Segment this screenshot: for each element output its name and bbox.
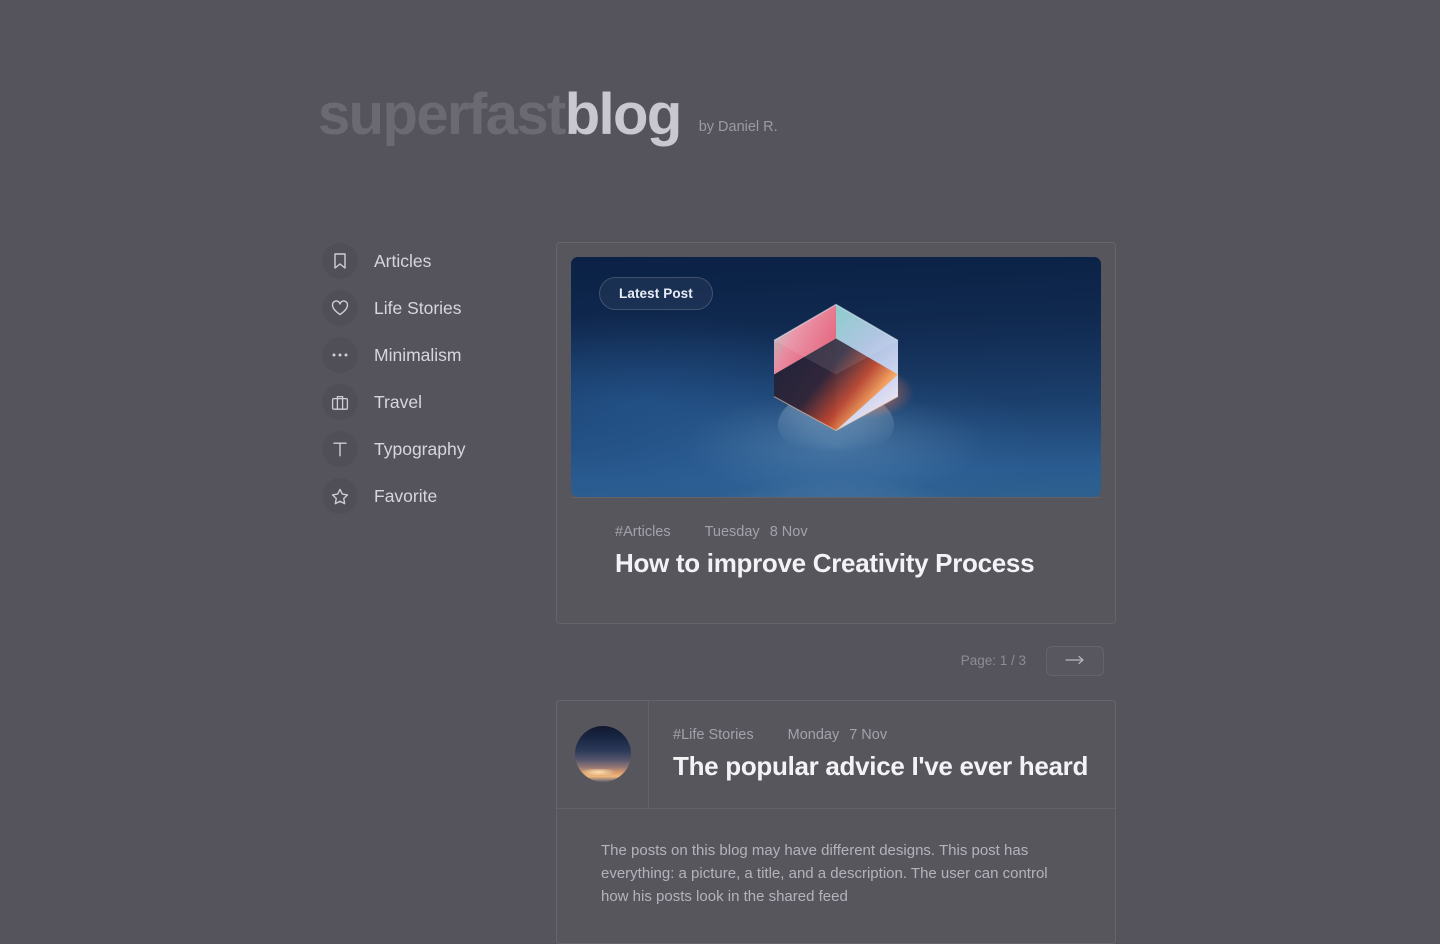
sidebar-item-label: Travel	[374, 391, 422, 412]
second-post-text: #Life Stories Monday 7 Nov The popular a…	[649, 701, 1115, 808]
pagination: Page: 1 / 3	[556, 645, 1116, 676]
second-post-thumbnail	[574, 726, 631, 783]
sidebar-item-label: Typography	[374, 438, 466, 459]
sidebar-item-minimalism[interactable]: Minimalism	[322, 337, 465, 373]
ellipsis-icon	[322, 337, 358, 373]
post-weekday: Monday	[787, 726, 840, 743]
sidebar-item-articles[interactable]: Articles	[322, 243, 465, 279]
bookmark-icon	[322, 243, 358, 279]
post-tag[interactable]: #Life Stories	[673, 727, 754, 743]
sidebar-item-travel[interactable]: Travel	[322, 384, 465, 420]
second-post-description: The posts on this blog may have differen…	[557, 807, 1115, 943]
glass-cube-icon	[736, 275, 936, 480]
logo-text-superfast: superfast	[318, 82, 566, 147]
second-post-head: #Life Stories Monday 7 Nov The popular a…	[557, 700, 1115, 808]
logo-text-blog: blog	[564, 82, 683, 147]
second-post-thumb-cell	[557, 700, 649, 808]
sidebar-nav: Articles Life Stories Minimalism Travel	[322, 243, 465, 525]
second-post-title[interactable]: The popular advice I've ever heard	[673, 751, 1115, 782]
sidebar-item-label: Articles	[374, 250, 432, 271]
featured-post-meta: #Articles Tuesday 8 Nov	[615, 524, 1057, 540]
featured-post-card[interactable]: Latest Post #Articles Tuesday 8 Nov How …	[556, 242, 1116, 624]
post-tag[interactable]: #Articles	[615, 524, 671, 540]
second-post-card[interactable]: #Life Stories Monday 7 Nov The popular a…	[556, 699, 1116, 944]
sidebar-item-label: Life Stories	[374, 297, 462, 318]
sidebar-item-life-stories[interactable]: Life Stories	[322, 290, 465, 326]
post-date: 7 Nov	[849, 726, 888, 743]
sidebar-item-favorite[interactable]: Favorite	[322, 478, 465, 514]
featured-post-body: #Articles Tuesday 8 Nov How to improve C…	[571, 497, 1101, 609]
site-logo[interactable]: superfastblog	[318, 86, 682, 144]
heart-icon	[322, 290, 358, 326]
site-byline: by Daniel R.	[698, 119, 778, 135]
featured-post-image: Latest Post	[571, 257, 1101, 497]
post-weekday: Tuesday	[704, 524, 760, 540]
site-header: superfastblog by Daniel R.	[318, 86, 778, 144]
briefcase-icon	[322, 384, 358, 420]
next-page-button[interactable]	[1046, 645, 1104, 676]
sidebar-item-label: Minimalism	[374, 344, 462, 365]
sidebar-item-typography[interactable]: Typography	[322, 431, 465, 467]
sidebar-item-label: Favorite	[374, 485, 438, 506]
main-feed: Latest Post #Articles Tuesday 8 Nov How …	[556, 242, 1116, 944]
second-post-meta: #Life Stories Monday 7 Nov	[673, 727, 1115, 743]
text-t-icon	[322, 431, 358, 467]
featured-post-title[interactable]: How to improve Creativity Process	[615, 548, 1057, 579]
arrow-right-icon	[1064, 653, 1086, 668]
latest-post-badge: Latest Post	[599, 277, 713, 310]
star-icon	[322, 478, 358, 514]
page-indicator: Page: 1 / 3	[960, 653, 1026, 669]
post-date: 8 Nov	[769, 524, 808, 540]
